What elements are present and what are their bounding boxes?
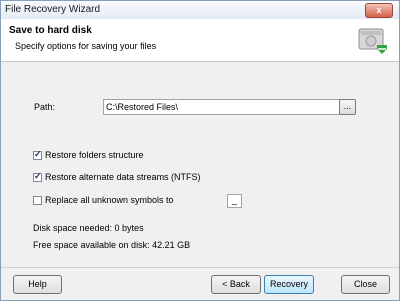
page-title: Save to hard disk <box>9 25 92 36</box>
restore-streams-label: Restore alternate data streams (NTFS) <box>45 172 201 182</box>
button-bar: Help < Back Recovery Close <box>1 267 399 301</box>
window-close-button[interactable]: x <box>365 3 393 18</box>
option-restore-streams[interactable]: Restore alternate data streams (NTFS) <box>33 171 201 183</box>
restore-streams-checkbox[interactable] <box>33 171 42 182</box>
free-space-available: Free space available on disk: 42.21 GB <box>33 240 191 250</box>
browse-button[interactable]: ... <box>339 99 356 115</box>
back-button[interactable]: < Back <box>211 275 261 294</box>
replace-symbols-checkbox[interactable] <box>33 195 42 205</box>
wizard-header: Save to hard disk Specify options for sa… <box>1 19 399 62</box>
title-bar: File Recovery Wizard x <box>1 1 399 19</box>
window-title: File Recovery Wizard <box>5 4 101 15</box>
hard-disk-restore-icon <box>358 28 387 54</box>
restore-folders-checkbox[interactable] <box>33 149 42 160</box>
replace-symbols-label: Replace all unknown symbols to <box>45 195 174 205</box>
path-label: Path: <box>34 102 56 112</box>
page-subtitle: Specify options for saving your files <box>15 41 157 51</box>
option-restore-folders[interactable]: Restore folders structure <box>33 149 144 161</box>
option-replace-symbols[interactable]: Replace all unknown symbols to <box>33 194 174 206</box>
file-recovery-wizard-window: File Recovery Wizard x Save to hard disk… <box>0 0 400 301</box>
help-button[interactable]: Help <box>13 275 62 294</box>
restore-folders-label: Restore folders structure <box>45 150 144 160</box>
disk-space-needed: Disk space needed: 0 bytes <box>33 223 144 233</box>
recovery-button[interactable]: Recovery <box>264 275 314 294</box>
path-input[interactable]: C:\Restored Files\ <box>103 99 342 115</box>
close-button[interactable]: Close <box>341 275 390 294</box>
replace-symbol-input[interactable]: _ <box>227 194 242 208</box>
options-panel: Path: C:\Restored Files\ ... Restore fol… <box>1 62 399 267</box>
